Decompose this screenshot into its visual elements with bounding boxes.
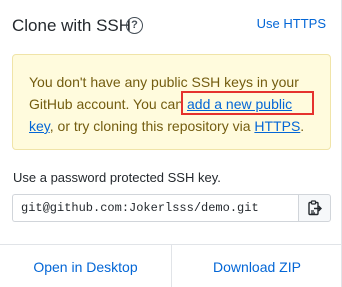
copy-url-button[interactable]: [298, 194, 331, 222]
download-zip-button[interactable]: Download ZIP: [172, 245, 342, 287]
question-circle-icon[interactable]: ?: [126, 17, 143, 34]
clone-title: Clone with SSH: [12, 16, 132, 35]
clone-url-input[interactable]: [12, 194, 298, 222]
https-link[interactable]: HTTPS: [254, 118, 300, 134]
ssh-instruction: Use a password protected SSH key.: [13, 170, 221, 185]
clone-footer: Open in Desktop Download ZIP: [0, 244, 342, 287]
clone-url-group: [12, 194, 331, 222]
clone-header: Clone with SSH ? Use HTTPS: [12, 14, 329, 40]
notice-text-end: .: [300, 118, 305, 134]
notice-text-middle: , or try cloning this repository via: [49, 118, 255, 134]
clone-dropdown-panel: Clone with SSH ? Use HTTPS You don't hav…: [0, 0, 342, 287]
open-in-desktop-button[interactable]: Open in Desktop: [0, 245, 171, 287]
clipboard-icon: [307, 200, 322, 216]
no-ssh-keys-notice: You don't have any public SSH keys in yo…: [12, 54, 331, 150]
use-https-link[interactable]: Use HTTPS: [257, 16, 326, 31]
